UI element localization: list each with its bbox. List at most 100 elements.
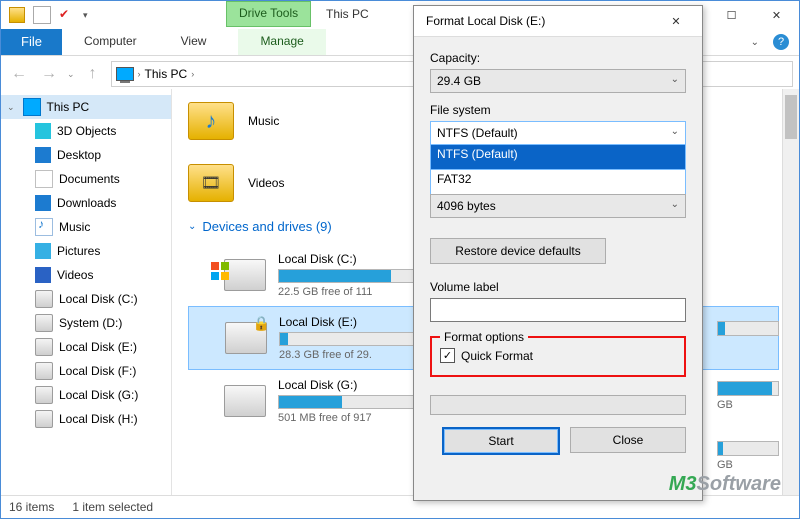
nav-up-button[interactable]: ↑: [81, 62, 105, 86]
nav-back-button[interactable]: ←: [7, 62, 31, 86]
tree-item[interactable]: Local Disk (F:): [1, 359, 171, 383]
capacity-value: 29.4 GB: [437, 74, 481, 88]
maximize-button[interactable]: ☐: [709, 1, 754, 29]
drive-info: Local Disk (E:) 28.3 GB free of 29.: [279, 315, 421, 361]
qat-customize-caret-icon[interactable]: ▾: [83, 10, 88, 21]
cyan-icon: [35, 123, 51, 139]
volume-label-input[interactable]: [430, 298, 686, 322]
quick-format-checkbox[interactable]: ✓: [440, 348, 455, 363]
capacity-bar: [278, 395, 420, 409]
file-tab[interactable]: File: [1, 29, 62, 55]
tree-item[interactable]: Downloads: [1, 191, 171, 215]
blue-icon: [35, 147, 51, 163]
nav-history-chevron-icon[interactable]: ⌄: [67, 69, 75, 80]
dialog-close-button[interactable]: ✕: [656, 15, 696, 28]
contextual-tab-drive-tools: Drive Tools: [226, 1, 311, 27]
tree-item[interactable]: Local Disk (G:): [1, 383, 171, 407]
vertical-scrollbar[interactable]: [782, 89, 799, 496]
tree-item[interactable]: 3D Objects: [1, 119, 171, 143]
drive-free-text: 28.3 GB free of 29.: [279, 349, 421, 361]
tree-item[interactable]: Local Disk (H:): [1, 407, 171, 431]
collapse-ribbon-icon[interactable]: ⌄: [751, 37, 759, 48]
filesystem-dropdown[interactable]: NTFS (Default) ⌄: [430, 121, 686, 145]
tree-item[interactable]: Videos: [1, 263, 171, 287]
peek-suffix: GB: [717, 459, 777, 471]
tree-item-label: System (D:): [59, 316, 122, 330]
tree-item-label: Desktop: [57, 148, 101, 162]
scrollbar-thumb[interactable]: [785, 95, 797, 139]
breadcrumb-this-pc[interactable]: This PC: [145, 67, 188, 81]
chevron-down-icon: ⌄: [671, 74, 679, 85]
dialog-button-row: Start Close: [430, 427, 686, 455]
drive-name: Local Disk (C:): [278, 252, 420, 266]
drive-name: Local Disk (E:): [279, 315, 421, 329]
quick-format-checkbox-row[interactable]: ✓ Quick Format: [440, 348, 676, 363]
tree-item-label: Local Disk (G:): [59, 388, 138, 402]
capacity-bar: [279, 332, 421, 346]
drive-free-text: 22.5 GB free of 111: [278, 286, 420, 298]
nav-tree[interactable]: ⌄ This PC 3D Objects Desktop Documents Down…: [1, 89, 172, 496]
folder-tile-music[interactable]: ♪ Music: [188, 102, 279, 140]
drive-free-text: 501 MB free of 917: [278, 412, 420, 424]
format-options-fieldset: Format options ✓ Quick Format: [430, 336, 686, 377]
tree-item-label: Music: [59, 220, 90, 234]
disk-icon: [35, 290, 53, 308]
allocation-unit-dropdown[interactable]: 4096 bytes ⌄: [430, 194, 686, 218]
blue-icon: [35, 195, 51, 211]
drive-tile-peek[interactable]: [717, 321, 777, 365]
tree-item[interactable]: Documents: [1, 167, 171, 191]
help-icon[interactable]: ?: [773, 34, 789, 50]
chevron-down-icon: ⌄: [671, 199, 679, 210]
watermark-logo: M3Software: [669, 473, 781, 496]
disk-icon: [35, 314, 53, 332]
drive-icon: [225, 322, 267, 354]
capacity-dropdown[interactable]: 29.4 GB ⌄: [430, 69, 686, 93]
tree-item-label: Local Disk (H:): [59, 412, 138, 426]
quick-access-toolbar: ✔ ▾: [1, 6, 88, 24]
tree-item[interactable]: Music: [1, 215, 171, 239]
tree-item-label: Documents: [59, 172, 120, 186]
restore-defaults-button[interactable]: Restore device defaults: [430, 238, 606, 264]
tree-item-label: Local Disk (F:): [59, 364, 136, 378]
dialog-body: Capacity: 29.4 GB ⌄ File system NTFS (De…: [414, 37, 702, 465]
disk-icon: [35, 410, 53, 428]
tree-item-label: Pictures: [57, 244, 100, 258]
drive-icon: [224, 259, 266, 291]
dialog-title: Format Local Disk (E:): [426, 14, 656, 28]
close-button[interactable]: ✕: [754, 1, 799, 29]
explorer-app-icon: [9, 7, 25, 23]
ribbon-tab-computer[interactable]: Computer: [62, 29, 159, 55]
close-dialog-button[interactable]: Close: [570, 427, 686, 453]
qat-properties-icon[interactable]: [33, 6, 51, 24]
qat-new-folder-icon[interactable]: ✔: [59, 7, 75, 23]
ribbon-tab-view[interactable]: View: [159, 29, 229, 55]
tree-this-pc[interactable]: ⌄ This PC: [1, 95, 171, 119]
pc-icon: [116, 67, 134, 81]
window-title: This PC: [326, 7, 369, 21]
capacity-label: Capacity:: [430, 51, 686, 65]
tree-item[interactable]: Pictures: [1, 239, 171, 263]
filesystem-option-ntfs[interactable]: NTFS (Default): [430, 145, 686, 170]
folder-tile-videos[interactable]: 🎞 Videos: [188, 164, 284, 202]
breadcrumb-chevron-icon[interactable]: ›: [138, 69, 141, 79]
chevron-down-icon: ⌄: [671, 126, 679, 137]
tree-item[interactable]: Desktop: [1, 143, 171, 167]
tree-item[interactable]: Local Disk (E:): [1, 335, 171, 359]
tree-item[interactable]: Local Disk (C:): [1, 287, 171, 311]
nav-forward-button[interactable]: →: [37, 62, 61, 86]
drive-tile-peek[interactable]: GB: [717, 381, 777, 425]
pic-icon: [35, 243, 51, 259]
pc-icon: [23, 98, 41, 116]
dialog-title-bar[interactable]: Format Local Disk (E:) ✕: [414, 6, 702, 37]
ribbon-tab-manage[interactable]: Manage: [238, 29, 325, 55]
tree-item[interactable]: System (D:): [1, 311, 171, 335]
filesystem-label: File system: [430, 103, 686, 117]
breadcrumb-chevron-icon[interactable]: ›: [191, 69, 194, 79]
start-button[interactable]: Start: [442, 427, 560, 455]
chevron-down-icon: ⌄: [188, 221, 196, 232]
disk-icon: [35, 362, 53, 380]
filesystem-option-fat32[interactable]: FAT32: [430, 170, 686, 195]
drive-icon: [224, 385, 266, 417]
note-icon: [35, 218, 53, 236]
format-progress-bar: [430, 395, 686, 415]
